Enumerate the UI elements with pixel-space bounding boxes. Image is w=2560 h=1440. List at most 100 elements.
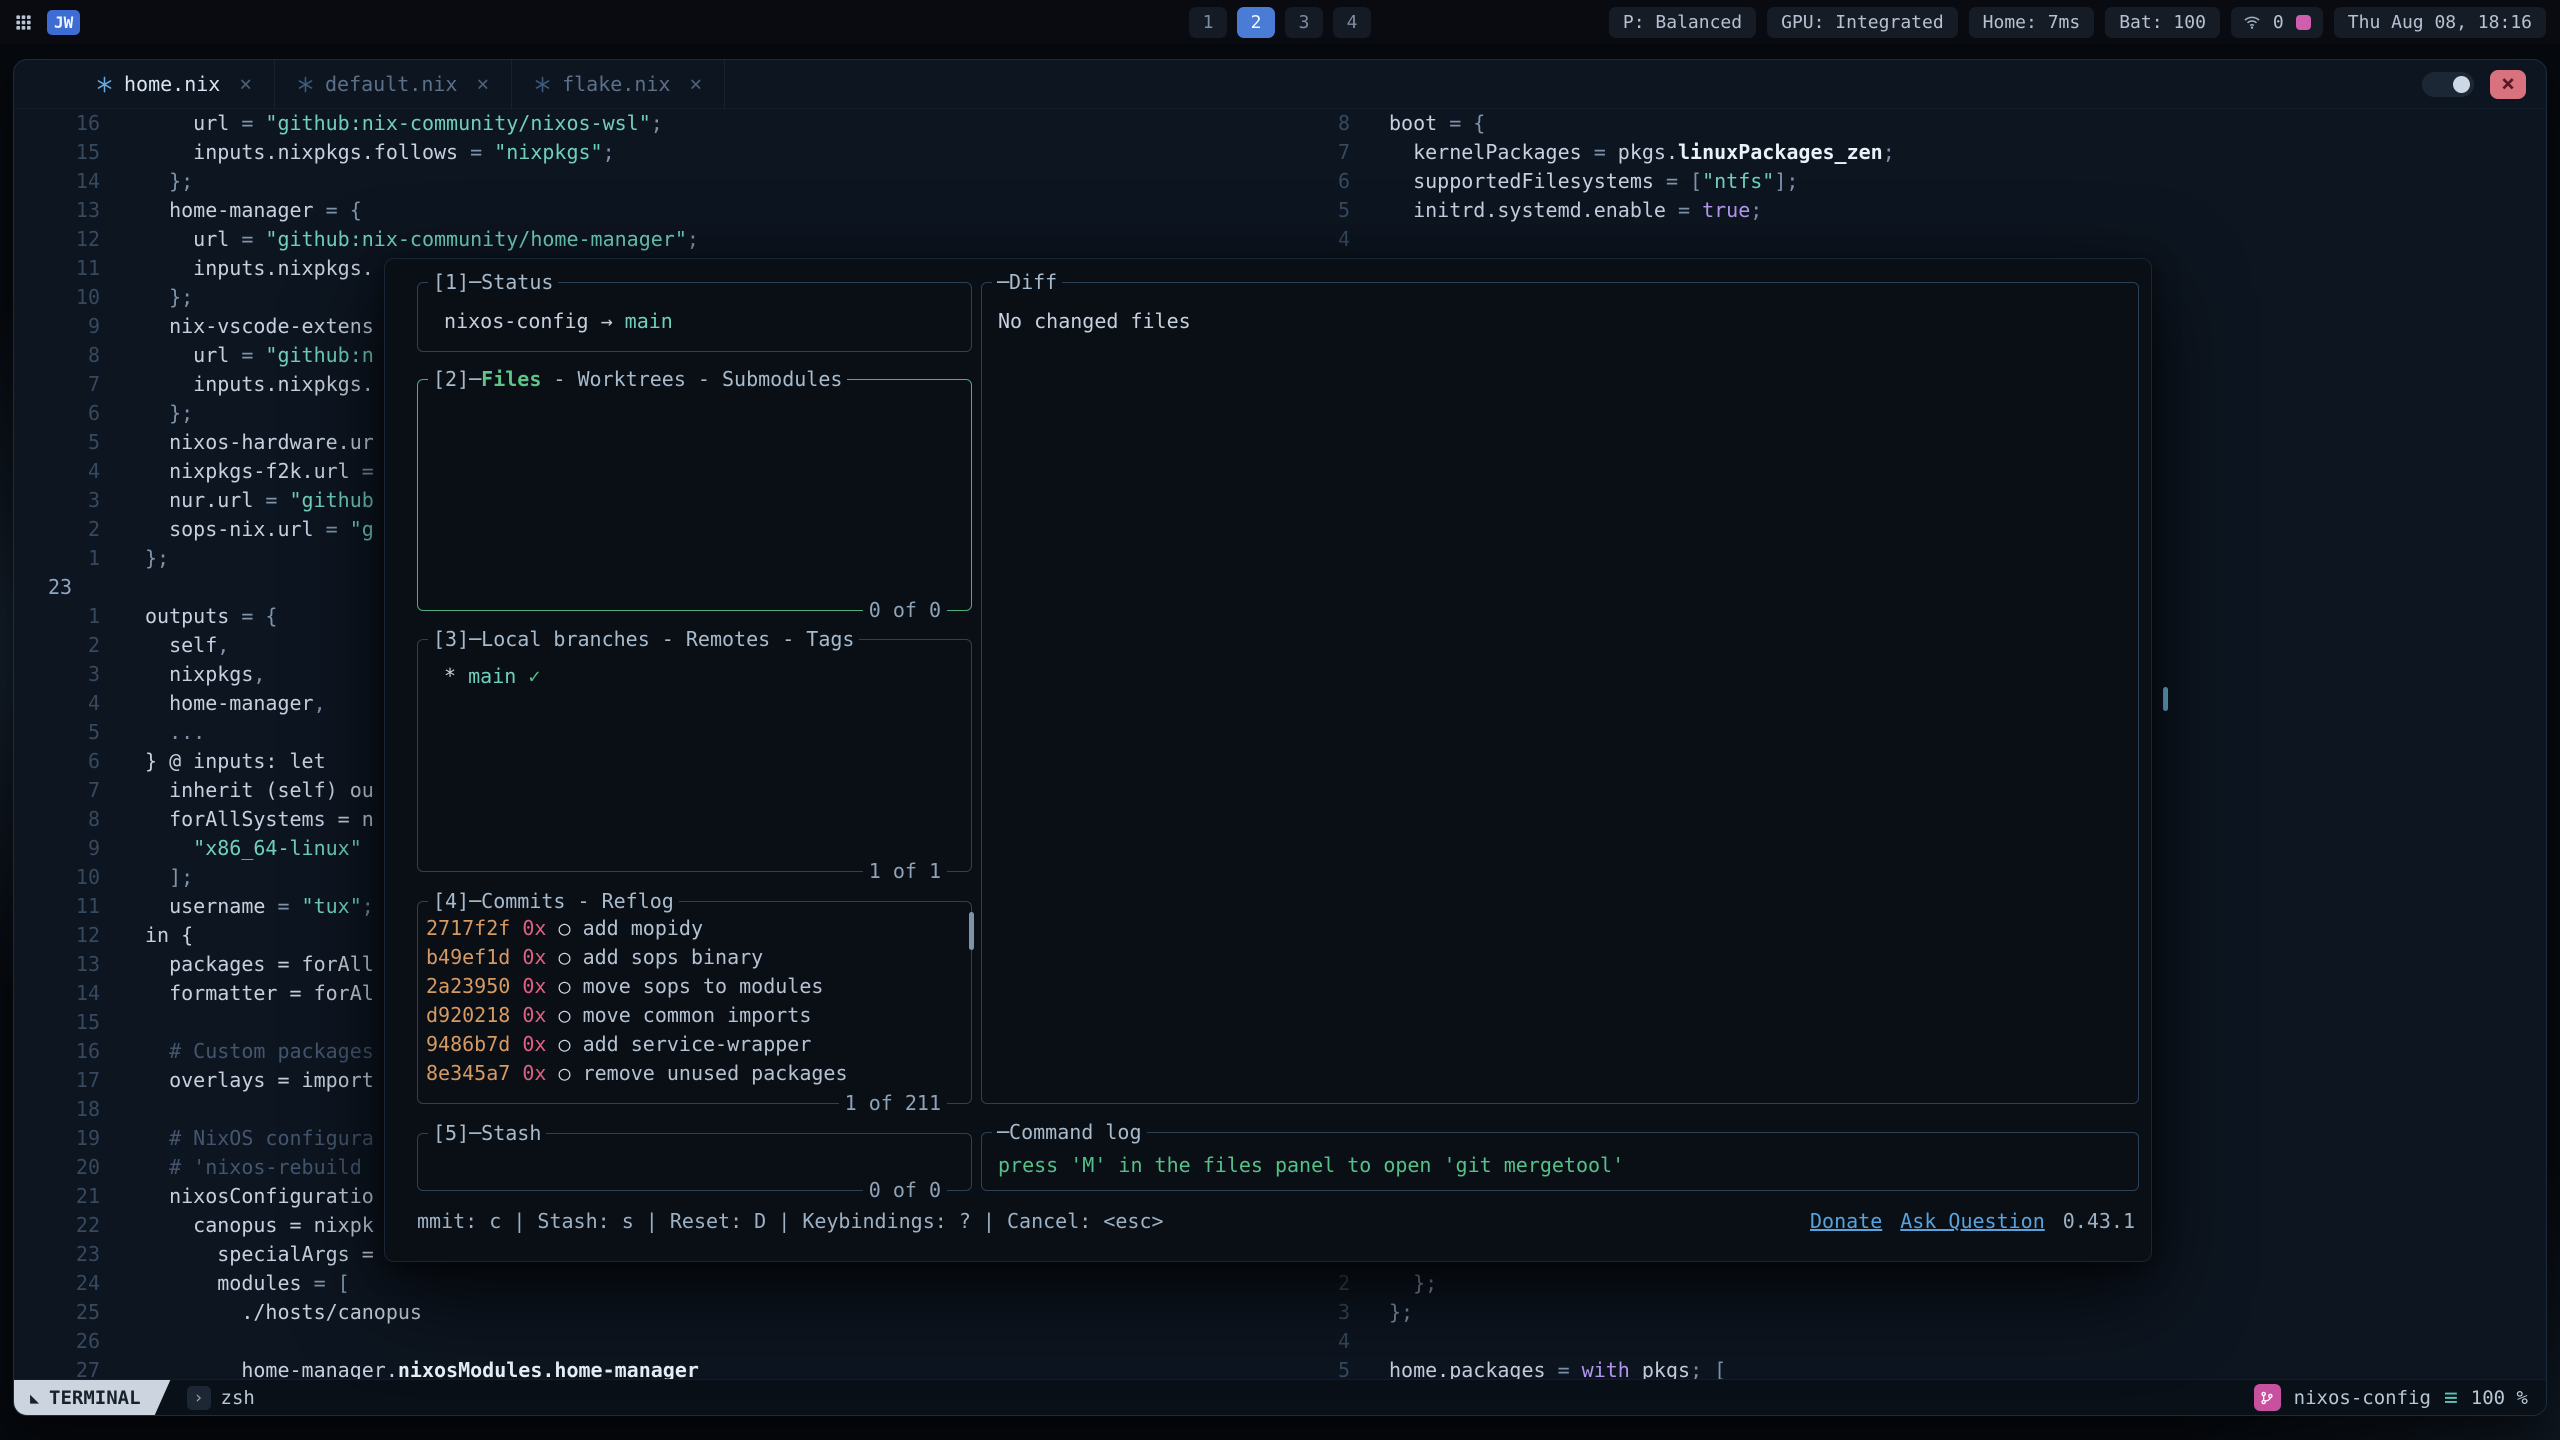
commit-author: 0x: [522, 1032, 546, 1056]
bar-module-battery[interactable]: Bat: 100: [2105, 7, 2220, 38]
lines-icon: ≡: [2444, 1385, 2458, 1411]
commit-row[interactable]: d920218 0x ○ move common imports: [426, 1001, 971, 1030]
lazygit-commits-panel[interactable]: [4]─Commits - Reflog 2717f2f 0x ○ add mo…: [417, 901, 972, 1104]
tab-close-icon[interactable]: ×: [239, 72, 252, 96]
lazygit-branches-panel[interactable]: [3]─Local branches - Remotes - Tags * ma…: [417, 639, 972, 872]
line-number: 21: [14, 1182, 126, 1211]
code-text: outputs = {: [145, 602, 277, 631]
panel-count: 1 of 211: [839, 1089, 947, 1118]
line-number: 9: [14, 312, 126, 341]
ask-question-link[interactable]: Ask Question: [1900, 1207, 2045, 1236]
arrow-icon: →: [601, 309, 625, 333]
workspace-1[interactable]: 1: [1189, 7, 1227, 38]
window-controls: ×: [2422, 60, 2546, 108]
line-number: 8: [14, 341, 126, 370]
line-number: 8: [1307, 109, 1362, 138]
system-tray[interactable]: 0: [2231, 7, 2323, 38]
panel-count: 0 of 0: [863, 596, 947, 625]
line-number: 4: [1307, 1327, 1362, 1356]
line-number: 8: [14, 805, 126, 834]
tab-default.nix[interactable]: default.nix×: [275, 60, 512, 108]
code-text: };: [145, 544, 169, 573]
check-icon: ✓: [516, 664, 540, 688]
code-line: 5home.packages = with pkgs; [: [1307, 1356, 2546, 1379]
logo-badge[interactable]: JW: [47, 10, 80, 35]
code-line: 16 url = "github:nix-community/nixos-wsl…: [14, 109, 1307, 138]
shell-tab[interactable]: › zsh: [187, 1386, 255, 1410]
tab-close-icon[interactable]: ×: [476, 72, 489, 96]
scrollbar-thumb[interactable]: [2163, 687, 2168, 711]
branch-marker: *: [432, 664, 468, 688]
commit-message: add mopidy: [583, 916, 703, 940]
line-number: 7: [14, 370, 126, 399]
code-line: 14 };: [14, 167, 1307, 196]
app-launcher-icon[interactable]: [14, 13, 33, 32]
commit-row[interactable]: 8e345a7 0x ○ remove unused packages: [426, 1059, 971, 1088]
lazygit-status-panel[interactable]: [1]─Status nixos-config → main: [417, 282, 972, 352]
tab-list: home.nix×default.nix× flake.nix ×: [74, 60, 725, 108]
line-number: 13: [14, 196, 126, 225]
workspace-3[interactable]: 3: [1285, 7, 1323, 38]
code-text: home.packages = with pkgs; [: [1389, 1356, 1726, 1379]
terminal-label: TERMINAL: [49, 1387, 141, 1409]
commit-graph-node: ○: [558, 1061, 570, 1085]
workspace-4[interactable]: 4: [1333, 7, 1371, 38]
code-text: overlays = import: [145, 1066, 374, 1095]
code-line: 27 home-manager.nixosModules.home-manage…: [14, 1356, 1307, 1379]
lazygit-command-log-panel[interactable]: ─Command log press 'M' in the files pane…: [981, 1132, 2139, 1191]
command-log-content: press 'M' in the files panel to open 'gi…: [982, 1133, 2138, 1180]
code-line: 15 inputs.nixpkgs.follows = "nixpkgs";: [14, 138, 1307, 167]
line-number: 6: [1307, 167, 1362, 196]
code-text: ];: [145, 863, 193, 892]
code-text: nixos-hardware.ur: [145, 428, 374, 457]
workspaces: 1234: [1189, 7, 1371, 38]
code-text: # Custom packages: [145, 1037, 374, 1066]
panel-title: ─Command log: [992, 1118, 1147, 1147]
bar-module-power-profile[interactable]: P: Balanced: [1609, 7, 1756, 38]
clock[interactable]: Thu Aug 08, 18:16: [2334, 7, 2546, 38]
code-line: 13 home-manager = {: [14, 196, 1307, 225]
donate-link[interactable]: Donate: [1810, 1207, 1882, 1236]
code-text: in {: [145, 921, 193, 950]
nix-snowflake-icon: [297, 76, 314, 93]
line-number: 13: [14, 950, 126, 979]
code-text: inherit (self) ou: [145, 776, 374, 805]
line-number: 24: [14, 1269, 126, 1298]
bar-module-home-latency[interactable]: Home: 7ms: [1969, 7, 2095, 38]
lazygit-diff-panel[interactable]: ─Diff No changed files: [981, 282, 2139, 1104]
workspace-2[interactable]: 2: [1237, 7, 1275, 38]
tab-flake.nix[interactable]: flake.nix ×: [512, 60, 725, 108]
lazygit-window: [1]─Status nixos-config → main [2]─Files…: [384, 258, 2152, 1262]
commits-scrollbar-thumb[interactable]: [969, 912, 974, 950]
commit-row[interactable]: b49ef1d 0x ○ add sops binary: [426, 943, 971, 972]
code-line: 6 supportedFilesystems = ["ntfs"];: [1307, 167, 2546, 196]
lazygit-files-panel[interactable]: [2]─Files - Worktrees - Submodules 0 of …: [417, 379, 972, 611]
commit-hash: 2a23950: [426, 974, 510, 998]
commit-author: 0x: [522, 974, 546, 998]
tab-close-icon[interactable]: ×: [689, 72, 702, 96]
commit-row[interactable]: 2a23950 0x ○ move sops to modules: [426, 972, 971, 1001]
version-label: 0.43.1: [2063, 1207, 2135, 1236]
panel-count: 0 of 0: [863, 1176, 947, 1205]
commit-hash: d920218: [426, 1003, 510, 1027]
lazygit-stash-panel[interactable]: [5]─Stash 0 of 0: [417, 1133, 972, 1191]
code-text: username = "tux";: [145, 892, 374, 921]
close-icon: ×: [2501, 71, 2515, 97]
code-text: kernelPackages = pkgs.linuxPackages_zen;: [1389, 138, 1895, 167]
commit-graph-node: ○: [558, 1032, 570, 1056]
toggle-switch[interactable]: [2422, 72, 2474, 97]
panel-title: [5]─Stash: [428, 1119, 546, 1148]
code-line: 2 };: [1307, 1269, 2546, 1298]
tab-label: flake.nix: [562, 72, 670, 96]
tab-home.nix[interactable]: home.nix×: [74, 60, 275, 108]
code-text: inputs.nixpkgs.follows = "nixpkgs";: [145, 138, 615, 167]
commit-row[interactable]: 9486b7d 0x ○ add service-wrapper: [426, 1030, 971, 1059]
bar-module-gpu[interactable]: GPU: Integrated: [1767, 7, 1958, 38]
commit-hash: b49ef1d: [426, 945, 510, 969]
code-text: inputs.nixpkgs.: [145, 254, 374, 283]
line-number: 4: [1307, 225, 1362, 254]
line-number: 2: [14, 515, 126, 544]
terminal-mode-badge[interactable]: ◣ TERMINAL: [14, 1380, 171, 1416]
commit-row[interactable]: 2717f2f 0x ○ add mopidy: [426, 914, 971, 943]
window-close-button[interactable]: ×: [2490, 70, 2526, 99]
